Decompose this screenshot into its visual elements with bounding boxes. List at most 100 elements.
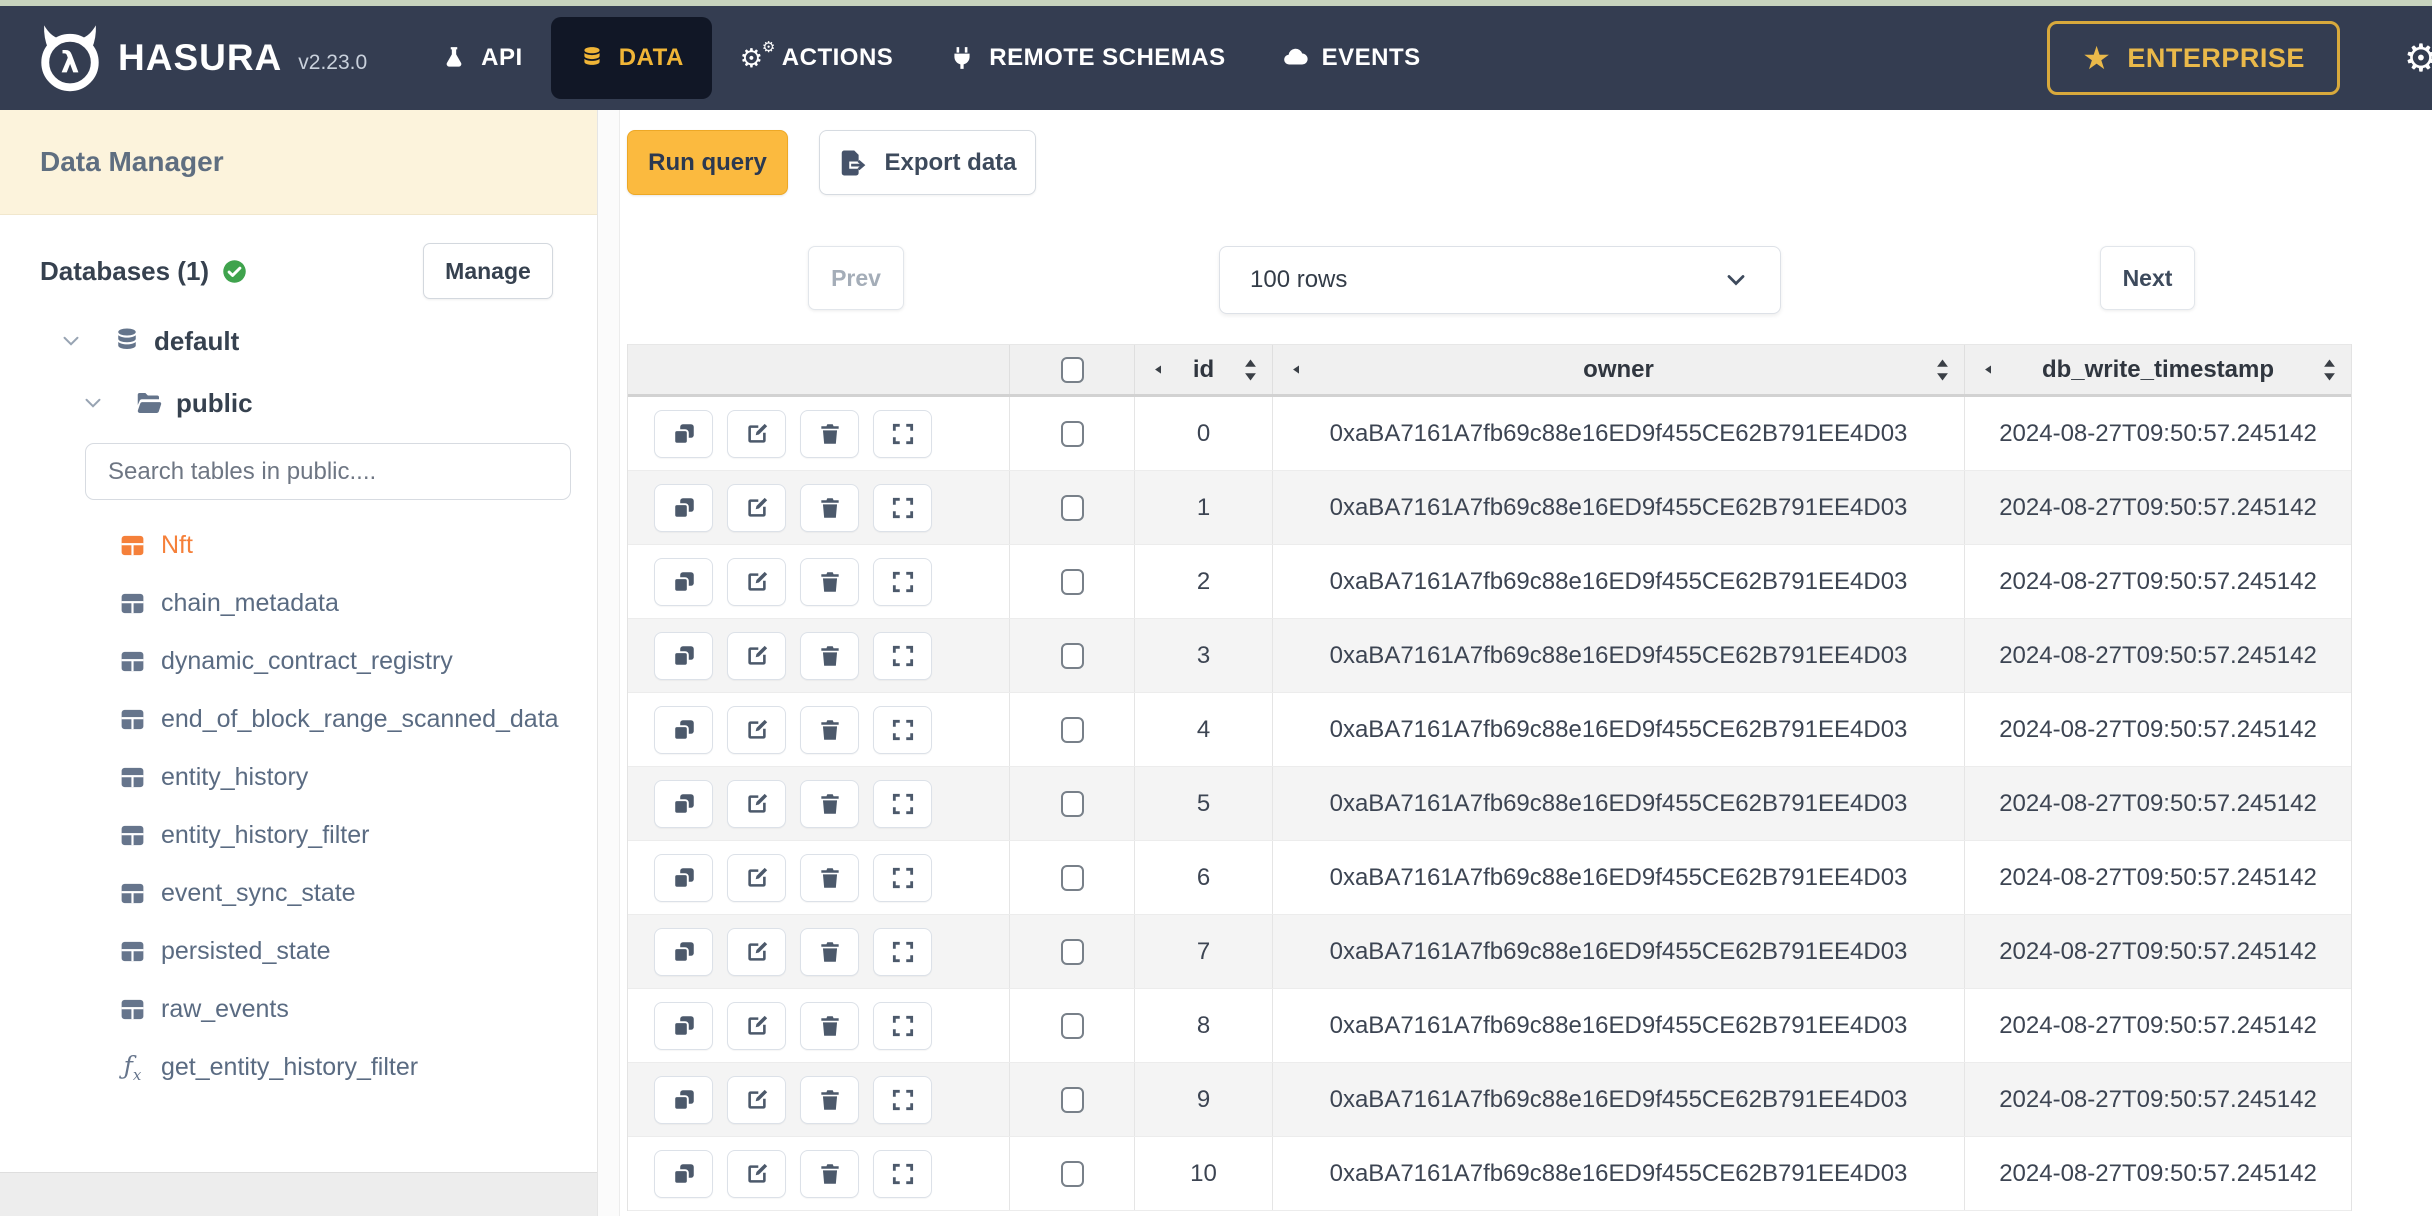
nav-item-data[interactable]: DATA — [550, 17, 712, 99]
run-query-button[interactable]: Run query — [627, 130, 788, 195]
edit-row-button[interactable] — [727, 1149, 786, 1198]
edit-row-button[interactable] — [727, 705, 786, 754]
sidebar-table-item-persisted_state[interactable]: persisted_state — [0, 922, 597, 980]
edit-row-button[interactable] — [727, 483, 786, 532]
sidebar-table-item-Nft[interactable]: Nft — [0, 516, 597, 574]
clone-row-button[interactable] — [654, 853, 713, 902]
header-id[interactable]: id — [1134, 345, 1272, 394]
table-icon — [121, 941, 144, 961]
expand-row-button[interactable] — [873, 779, 932, 828]
edit-row-button[interactable] — [727, 927, 786, 976]
edit-row-button[interactable] — [727, 557, 786, 606]
row-checkbox[interactable] — [1060, 420, 1084, 447]
clone-row-button[interactable] — [654, 631, 713, 680]
row-checkbox[interactable] — [1060, 494, 1084, 521]
collapse-column-icon[interactable] — [1289, 362, 1304, 377]
header-owner[interactable]: owner — [1272, 345, 1964, 394]
expand-row-button[interactable] — [873, 557, 932, 606]
sidebar-table-item-entity_history_filter[interactable]: entity_history_filter — [0, 806, 597, 864]
clone-row-button[interactable] — [654, 483, 713, 532]
expand-row-button[interactable] — [873, 483, 932, 532]
edit-row-button[interactable] — [727, 779, 786, 828]
row-checkbox[interactable] — [1060, 642, 1084, 669]
expand-row-button[interactable] — [873, 705, 932, 754]
sidebar-table-item-raw_events[interactable]: raw_events — [0, 980, 597, 1038]
manage-button[interactable]: Manage — [423, 243, 553, 299]
chevron-down-icon[interactable] — [58, 328, 84, 354]
expand-row-button[interactable] — [873, 409, 932, 458]
row-checkbox[interactable] — [1060, 790, 1084, 817]
nav-item-api[interactable]: API — [413, 17, 551, 99]
row-checkbox[interactable] — [1060, 1160, 1084, 1187]
clone-row-button[interactable] — [654, 1001, 713, 1050]
export-data-button[interactable]: Export data — [819, 130, 1036, 195]
clone-row-button[interactable] — [654, 779, 713, 828]
header-db-write-timestamp[interactable]: db_write_timestamp — [1964, 345, 2351, 394]
row-checkbox[interactable] — [1060, 864, 1084, 891]
tree-node-database-default[interactable]: default — [0, 315, 597, 367]
expand-row-button[interactable] — [873, 1001, 932, 1050]
row-checkbox[interactable] — [1060, 568, 1084, 595]
collapse-column-icon[interactable] — [1981, 362, 1996, 377]
clone-row-button[interactable] — [654, 409, 713, 458]
expand-row-button[interactable] — [873, 1149, 932, 1198]
edit-row-button[interactable] — [727, 409, 786, 458]
clone-row-button[interactable] — [654, 1075, 713, 1124]
expand-row-button[interactable] — [873, 853, 932, 902]
nav-item-remote-schemas[interactable]: REMOTE SCHEMAS — [921, 17, 1253, 99]
nav-item-events[interactable]: EVENTS — [1254, 17, 1449, 99]
sidebar-table-item-chain_metadata[interactable]: chain_metadata — [0, 574, 597, 632]
rows-per-page-select[interactable]: 100 rows — [1219, 246, 1781, 314]
row-checkbox[interactable] — [1060, 1086, 1084, 1113]
delete-row-button[interactable] — [800, 409, 859, 458]
expand-row-button[interactable] — [873, 1075, 932, 1124]
delete-row-button[interactable] — [800, 705, 859, 754]
row-checkbox[interactable] — [1060, 1012, 1084, 1039]
sidebar-table-item-dynamic_contract_registry[interactable]: dynamic_contract_registry — [0, 632, 597, 690]
expand-row-button[interactable] — [873, 927, 932, 976]
settings-gear-icon[interactable]: ⚙ — [2404, 36, 2432, 81]
search-tables-input[interactable] — [85, 443, 571, 500]
hasura-logo[interactable]: λ HASURA v2.23.0 — [34, 22, 367, 94]
clone-row-button[interactable] — [654, 927, 713, 976]
sidebar-table-item-end_of_block_range_scanned_data[interactable]: end_of_block_range_scanned_data — [0, 690, 597, 748]
trash-icon — [820, 1163, 839, 1184]
sort-icon[interactable] — [2321, 357, 2338, 383]
edit-row-button[interactable] — [727, 853, 786, 902]
sidebar-table-item-entity_history[interactable]: entity_history — [0, 748, 597, 806]
edit-icon — [747, 645, 767, 665]
next-page-button[interactable]: Next — [2100, 246, 2195, 310]
row-checkbox[interactable] — [1060, 938, 1084, 965]
expand-row-button[interactable] — [873, 631, 932, 680]
clone-row-button[interactable] — [654, 705, 713, 754]
rows-per-page-value: 100 rows — [1250, 266, 1348, 293]
tree-node-schema-public[interactable]: public — [0, 377, 597, 429]
delete-row-button[interactable] — [800, 1075, 859, 1124]
delete-row-button[interactable] — [800, 1149, 859, 1198]
edit-row-button[interactable] — [727, 1001, 786, 1050]
clone-row-button[interactable] — [654, 557, 713, 606]
delete-row-button[interactable] — [800, 631, 859, 680]
sidebar-scrollbar[interactable] — [598, 110, 620, 1216]
clone-row-button[interactable] — [654, 1149, 713, 1198]
select-all-checkbox[interactable] — [1060, 356, 1084, 383]
collapse-column-icon[interactable] — [1151, 362, 1166, 377]
delete-row-button[interactable] — [800, 557, 859, 606]
enterprise-button[interactable]: ★ ENTERPRISE — [2047, 21, 2340, 95]
row-checkbox[interactable] — [1060, 716, 1084, 743]
delete-row-button[interactable] — [800, 1001, 859, 1050]
nav-item-actions[interactable]: ⚙ ⚙ ACTIONS — [712, 17, 922, 99]
delete-row-button[interactable] — [800, 779, 859, 828]
prev-page-button[interactable]: Prev — [808, 246, 904, 310]
edit-row-button[interactable] — [727, 631, 786, 680]
chevron-down-icon[interactable] — [80, 390, 106, 416]
sidebar-function-item[interactable]: ƒx get_entity_history_filter — [0, 1038, 597, 1096]
delete-row-button[interactable] — [800, 483, 859, 532]
sort-icon[interactable] — [1934, 357, 1951, 383]
sidebar-table-item-event_sync_state[interactable]: event_sync_state — [0, 864, 597, 922]
copy-icon — [672, 571, 694, 593]
edit-row-button[interactable] — [727, 1075, 786, 1124]
delete-row-button[interactable] — [800, 853, 859, 902]
sort-icon[interactable] — [1242, 357, 1259, 383]
delete-row-button[interactable] — [800, 927, 859, 976]
